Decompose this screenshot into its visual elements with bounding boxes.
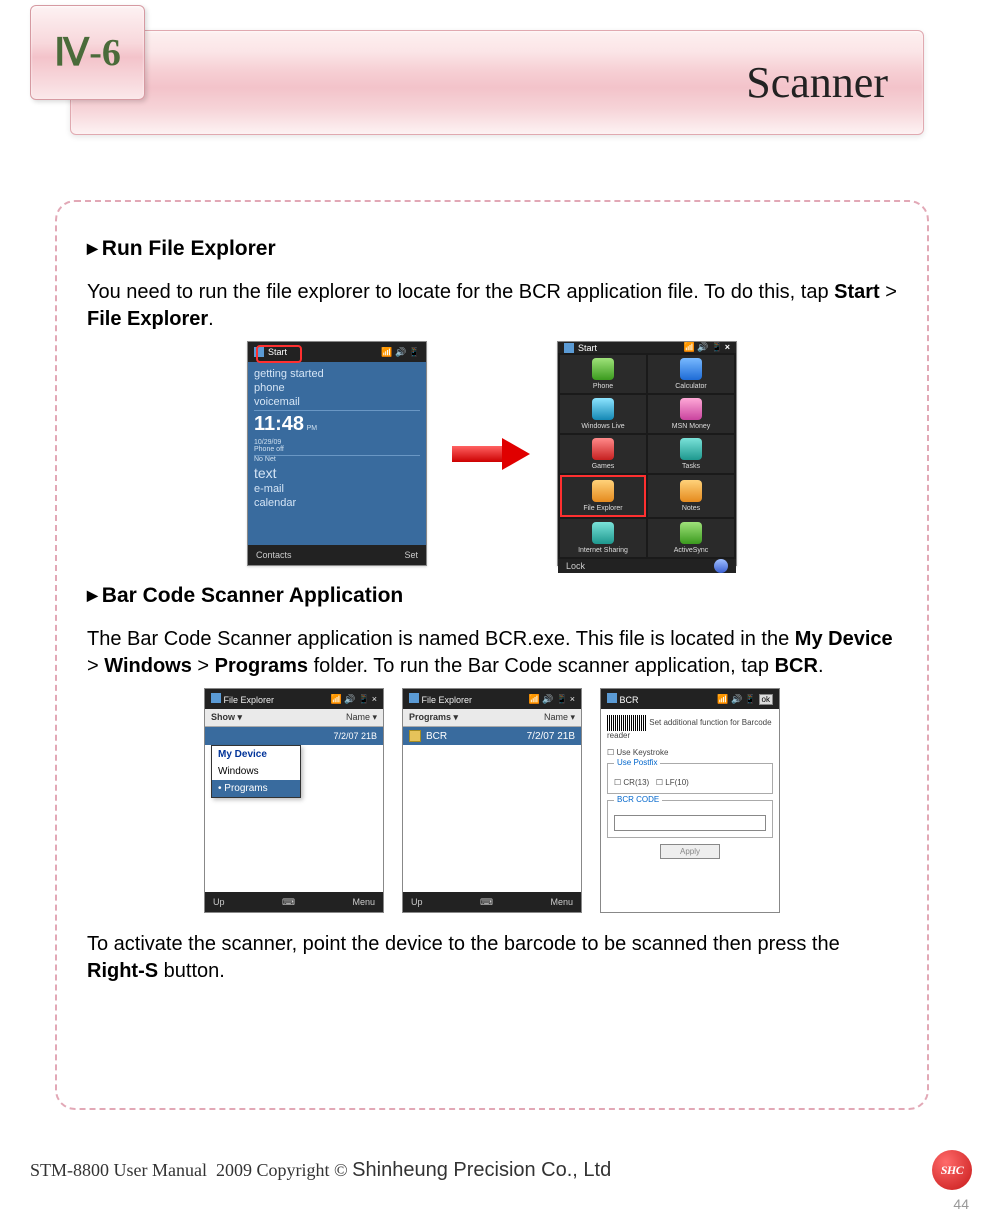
triangle-icon: ▶ — [87, 587, 98, 603]
windows-flag-icon — [607, 693, 617, 703]
shc-logo-icon: SHC — [932, 1150, 972, 1190]
apply-button: Apply — [660, 844, 720, 859]
screenshot-row-1: Start 📶 🔊 📱 getting started phone voicem… — [87, 341, 897, 566]
page-header: Scanner Ⅳ-6 — [0, 0, 984, 160]
screenshot-bcr-app: BCR📶 🔊 📱 ok Set additional function for … — [600, 688, 780, 913]
screenshot-row-2: File Explorer📶 🔊 📱 × ShowName 7/2/07 21B… — [87, 688, 897, 913]
file-explorer-highlight: File Explorer — [560, 475, 646, 517]
footer-manual: STM-8800 User Manual — [30, 1160, 207, 1180]
section-tab: Ⅳ-6 — [30, 5, 145, 100]
banner-title: Scanner — [746, 57, 888, 108]
screenshot-start-home: Start 📶 🔊 📱 getting started phone voicem… — [247, 341, 427, 566]
start-highlight — [256, 345, 302, 363]
triangle-icon: ▶ — [87, 240, 98, 256]
screenshot-fe-bcr: File Explorer📶 🔊 📱 × ProgramsName BCR7/2… — [402, 688, 582, 913]
heading-bcr-app: ▶Bar Code Scanner Application — [87, 584, 897, 608]
para-bcr-app: The Bar Code Scanner application is name… — [87, 626, 897, 680]
content-box: ▶Run File Explorer You need to run the f… — [55, 200, 929, 1110]
footer-company: Shinheung Precision Co., Ltd — [352, 1159, 611, 1181]
para-activate-scanner: To activate the scanner, point the devic… — [87, 931, 897, 985]
para-run-file-explorer: You need to run the file explorer to loc… — [87, 279, 897, 333]
windows-flag-icon — [564, 343, 574, 353]
screenshot-fe-menu: File Explorer📶 🔊 📱 × ShowName 7/2/07 21B… — [204, 688, 384, 913]
bcr-code-input — [614, 815, 766, 831]
windows-flag-icon — [211, 693, 221, 703]
barcode-icon — [607, 715, 647, 731]
section-number: Ⅳ-6 — [54, 30, 121, 75]
heading-run-file-explorer: ▶Run File Explorer — [87, 237, 897, 261]
windows-flag-icon — [409, 693, 419, 703]
page-footer: STM-8800 User Manual 2009 Copyright © Sh… — [30, 1150, 972, 1190]
page-number: 44 — [953, 1196, 969, 1212]
file-icon — [409, 730, 421, 742]
title-banner: Scanner — [70, 30, 924, 135]
screenshot-start-menu: Start 📶 🔊 📱 × Phone Calculator Windows L… — [557, 341, 737, 566]
footer-copyright: 2009 Copyright © — [216, 1160, 348, 1180]
arrow-icon — [452, 440, 532, 468]
